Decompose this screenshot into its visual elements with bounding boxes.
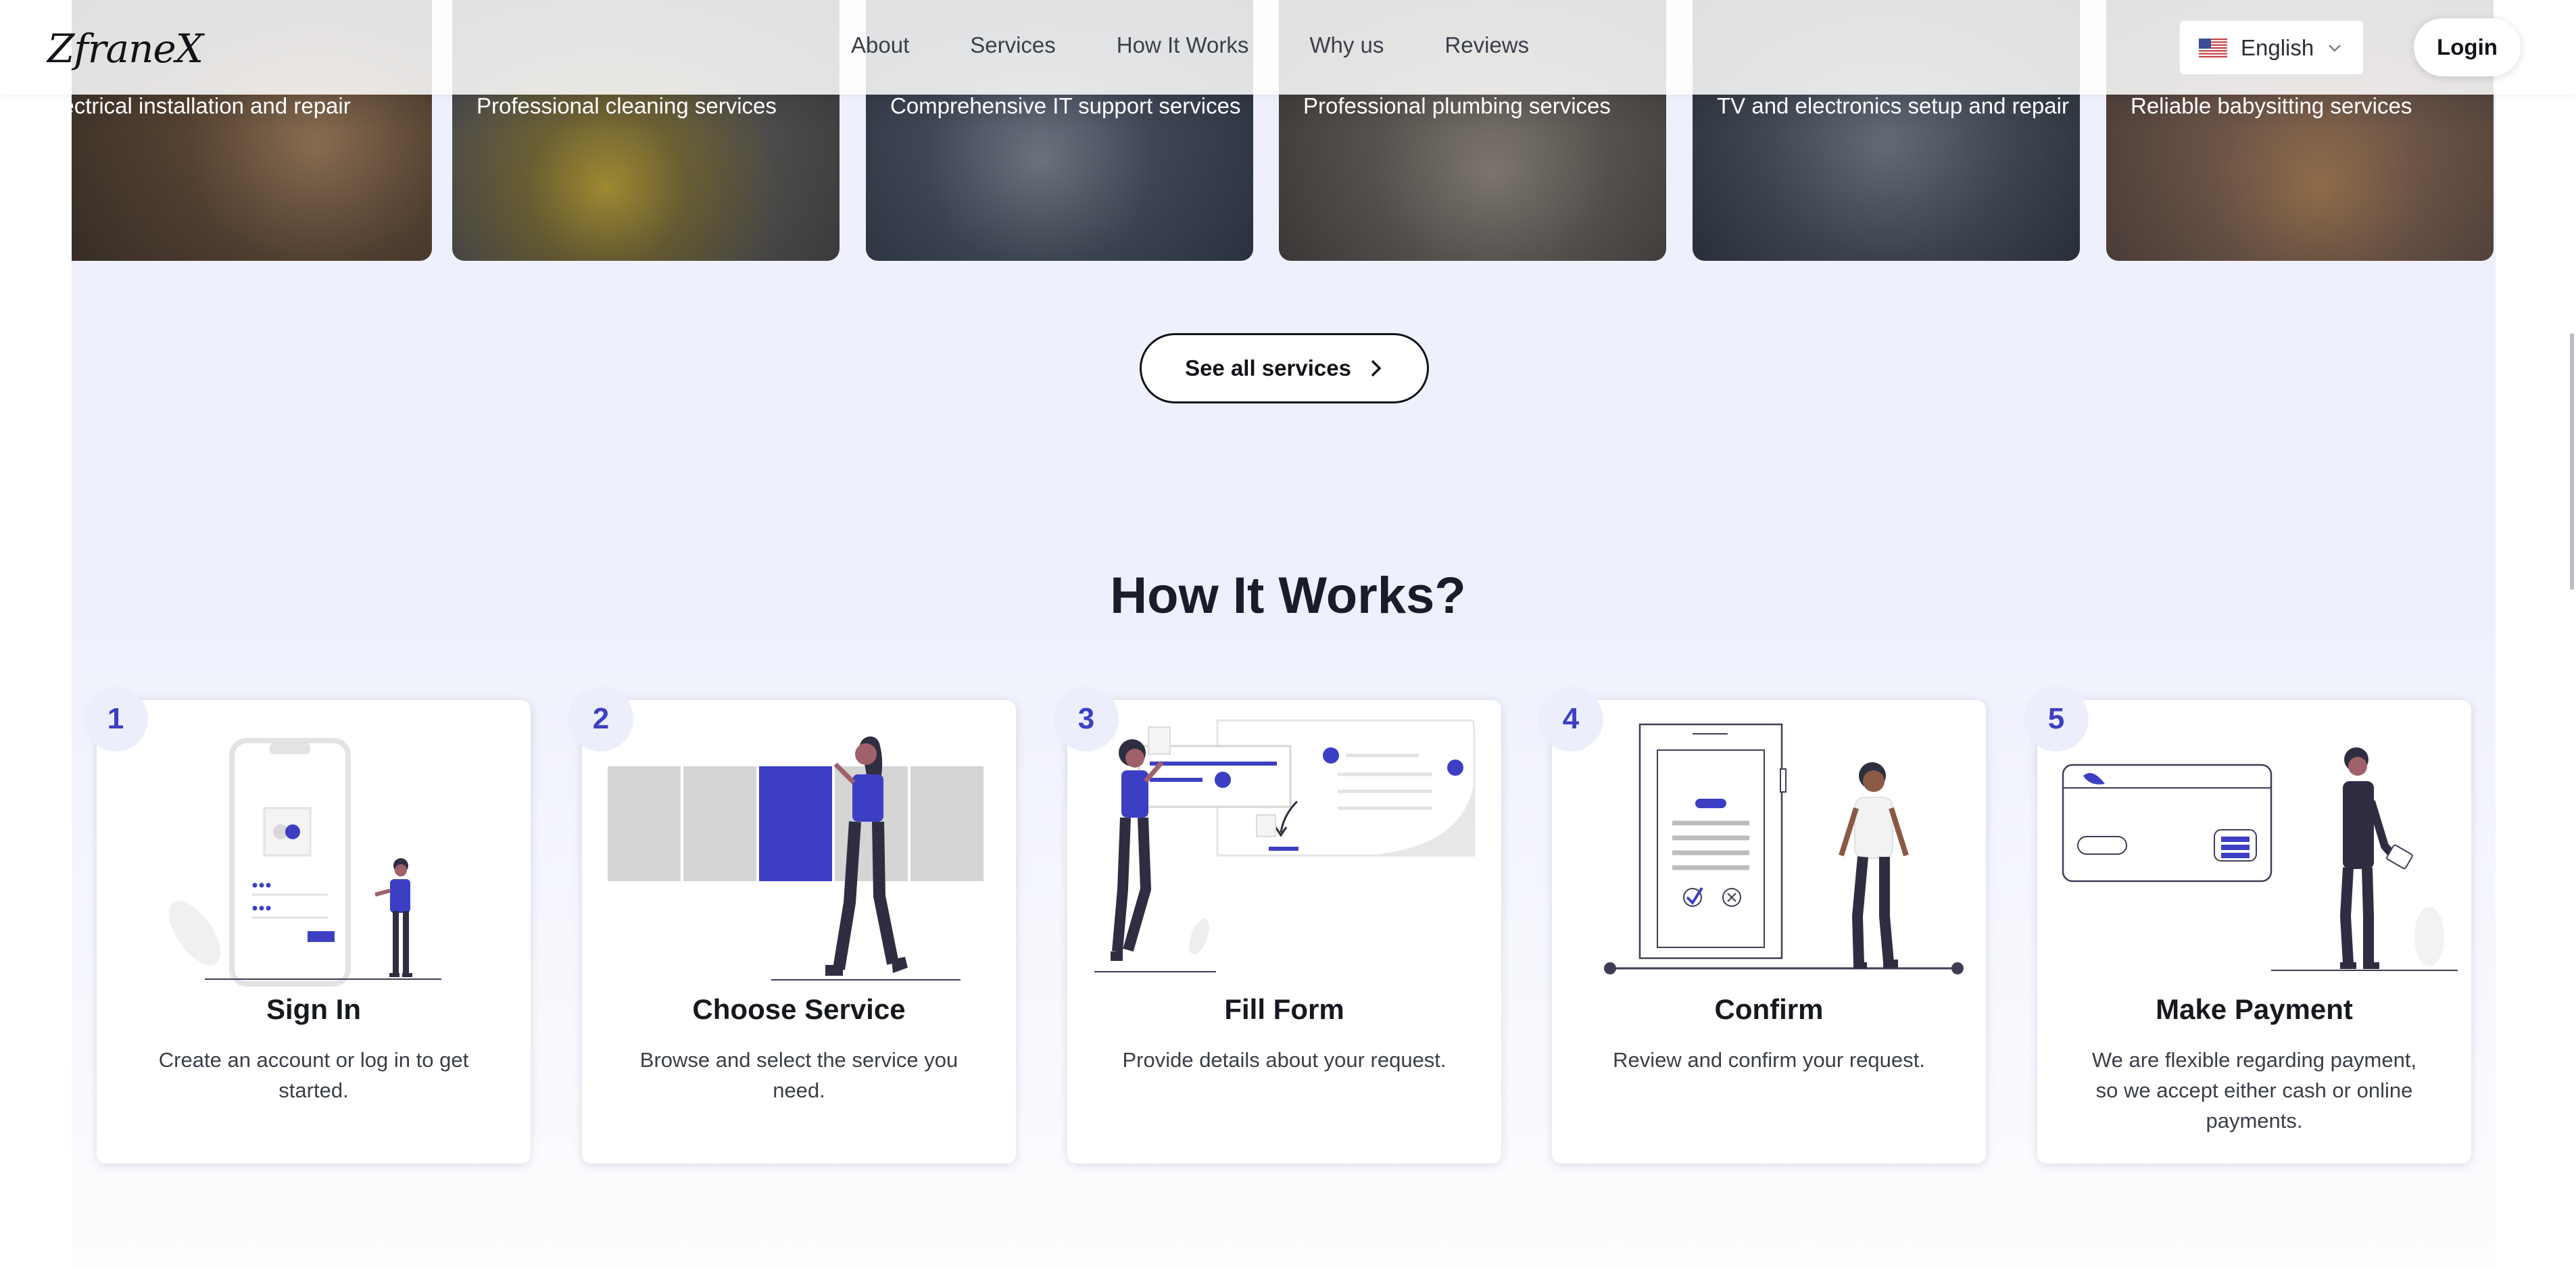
sign-in-illustration [168,738,441,987]
service-caption: Professional plumbing services [1303,93,1611,118]
step-card-fill-form: 3 Fill Form Provide details about your r… [1054,687,1501,1164]
nav-link-services[interactable]: Services [970,32,1056,58]
see-all-services-button[interactable]: See all services [1140,333,1429,403]
logo[interactable]: ZfraneX [47,26,203,72]
step-card-choose-service: 2 Choose Service Browse and select the s… [568,687,1016,1164]
nav-link-reviews[interactable]: Reviews [1444,32,1529,58]
us-flag-icon [2199,38,2227,57]
step-card-confirm: 4 Confirm Review and confirm your reques… [1538,687,1986,1164]
login-button[interactable]: Login [2414,18,2521,76]
section-title: How It Works? [1110,567,1466,624]
step-description: We are flexible regarding payment, so we… [2091,1048,2417,1133]
chevron-right-icon [1371,359,1382,377]
nav-link-how-it-works[interactable]: How It Works [1117,32,1249,58]
step-description: Create an account or log in to get start… [158,1048,469,1102]
top-nav: ZfraneX About Services How It Works Why … [0,0,2576,95]
chevron-down-icon [2329,44,2341,52]
step-title: Sign In [266,993,361,1025]
service-caption: Comprehensive IT support services [890,93,1241,118]
service-caption: Professional cleaning services [477,93,777,118]
step-description: Browse and select the service you need. [639,1048,958,1102]
language-select[interactable]: English [2179,20,2364,76]
nav-links: About Services How It Works Why us Revie… [851,32,1590,58]
see-all-services-label: See all services [1185,355,1351,380]
service-caption: Reliable babysitting services [2131,93,2412,118]
nav-link-about[interactable]: About [851,32,909,58]
confirm-illustration [1604,723,1964,974]
language-label: English [2241,34,2314,60]
scrollbar-thumb[interactable] [2570,333,2574,590]
service-caption: Electrical installation and repair [72,93,351,118]
step-title: Fill Form [1224,993,1344,1025]
nav-link-why-us[interactable]: Why us [1309,32,1384,58]
step-description: Provide details about your request. [1122,1048,1447,1072]
choose-service-illustration [608,736,983,980]
step-title: Make Payment [2156,993,2353,1025]
step-description: Review and confirm your request. [1613,1048,1925,1072]
fill-form-illustration [1094,719,1476,972]
step-title: Confirm [1714,993,1824,1025]
step-card-sign-in: 1 Sign In Create an account or log in to… [83,687,531,1164]
step-title: Choose Service [692,993,906,1025]
payment-illustration [2062,747,2458,971]
step-card-make-payment: 5 Make Payment We are flexible regarding… [2024,687,2471,1164]
service-caption: TV and electronics setup and repair [1717,93,2069,118]
